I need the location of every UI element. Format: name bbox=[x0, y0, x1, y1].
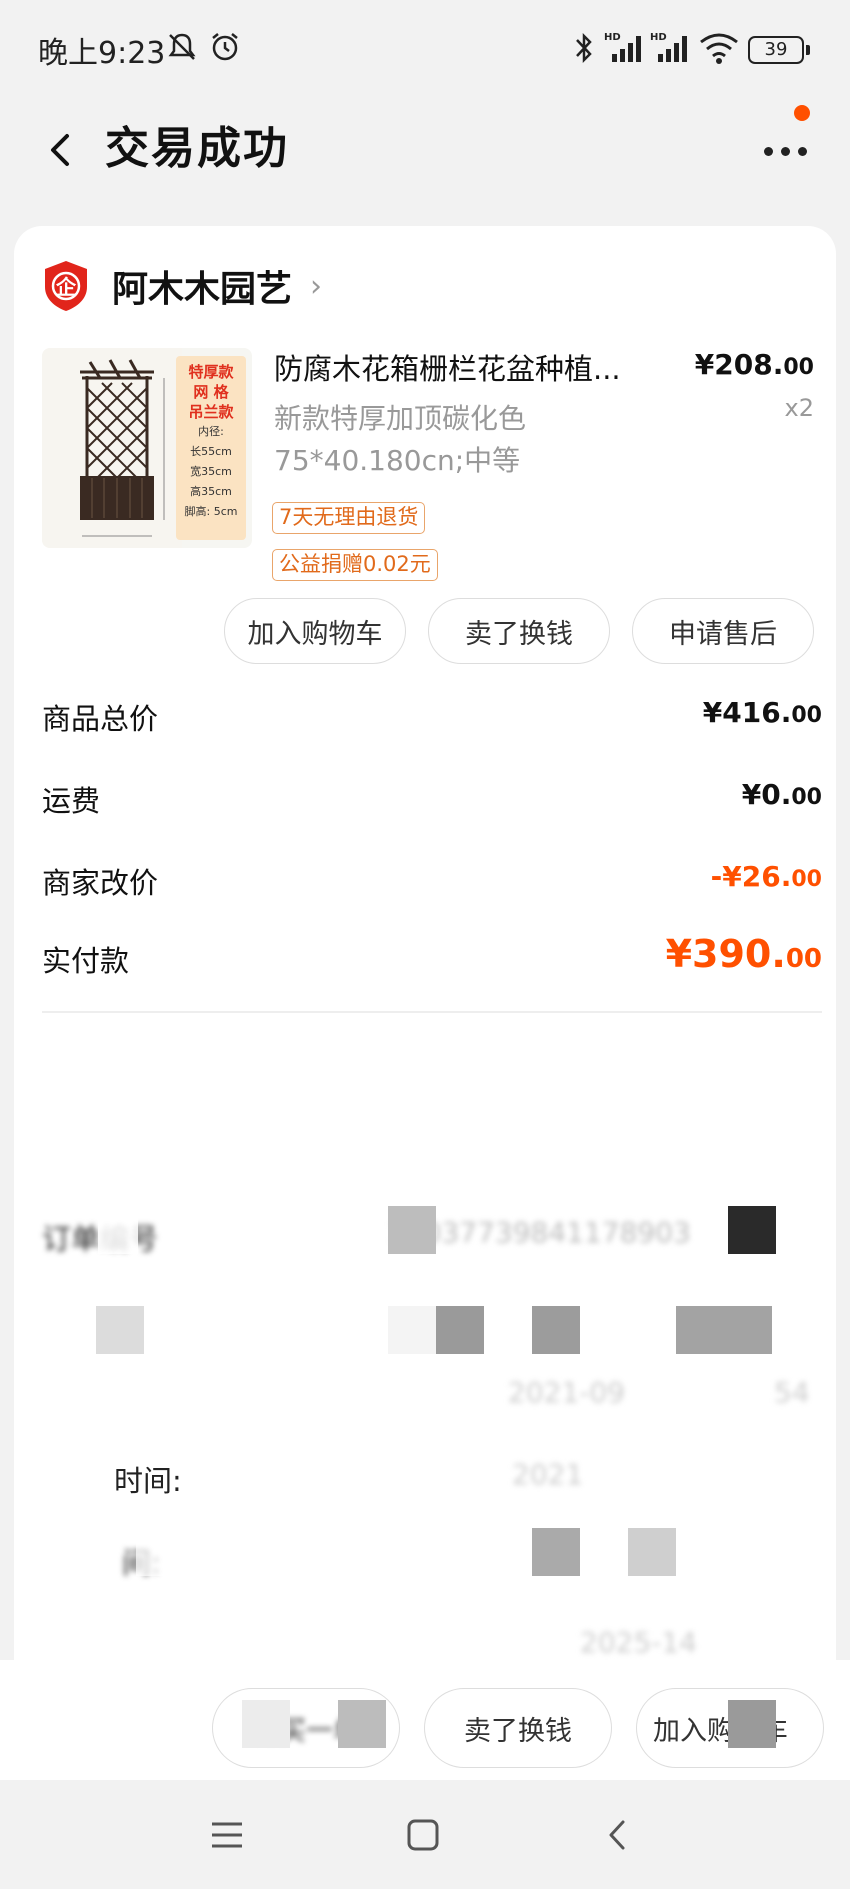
trellis-planter-illustration bbox=[42, 348, 182, 548]
bluetooth-icon bbox=[576, 32, 592, 64]
time-value-4: 2025-14 bbox=[580, 1626, 697, 1659]
product-label-spec: 脚高: 5cm bbox=[184, 505, 238, 518]
wifi-icon bbox=[700, 33, 738, 64]
product-label-spec: 宽35cm bbox=[190, 465, 232, 478]
alarm-icon bbox=[212, 33, 238, 61]
paid-value: ¥390.00 bbox=[665, 932, 822, 976]
product-label-spec: 内径: bbox=[198, 425, 224, 438]
product-sku-line: 新款特厚加顶碳化色 bbox=[274, 402, 527, 435]
product-sku-line: 75*40.180cn;中等 bbox=[274, 444, 521, 477]
resell-bottom-button[interactable]: 卖了换钱 bbox=[424, 1688, 612, 1768]
home-square-icon bbox=[407, 1819, 439, 1851]
add-to-cart-button[interactable]: 加入购物车 bbox=[224, 598, 406, 664]
back-triangle-icon bbox=[609, 1820, 625, 1850]
copy-icon-obscured[interactable] bbox=[728, 1206, 776, 1254]
mosaic-block bbox=[96, 1306, 144, 1354]
menu-icon bbox=[212, 1822, 242, 1848]
signal-icon-sim1: HD bbox=[604, 32, 641, 62]
summary-row-price-adjust: 商家改价 -¥26.00 bbox=[42, 860, 822, 910]
system-nav-bar bbox=[0, 1780, 850, 1889]
shipping-value: ¥0.00 bbox=[741, 778, 822, 811]
signal-icon-sim2: HD bbox=[650, 32, 687, 62]
summary-row-paid: 实付款 ¥390.00 bbox=[42, 932, 822, 988]
product-label-title-1: 特厚款 bbox=[188, 363, 234, 381]
status-bar: 晚上9:23 HD HD 39 bbox=[0, 0, 850, 100]
chevron-left-icon bbox=[51, 134, 69, 166]
shop-header[interactable]: 企 阿木木园艺 › bbox=[42, 256, 322, 316]
product-sku: 新款特厚加顶碳化色 75*40.180cn;中等 bbox=[274, 398, 694, 482]
page-header: 交易成功 bbox=[0, 100, 850, 220]
price-adjust-label: 商家改价 bbox=[42, 866, 159, 900]
mosaic-block bbox=[98, 1206, 138, 1254]
mosaic-block bbox=[338, 1700, 386, 1748]
return-policy-tag: 7天无理由退货 bbox=[272, 502, 426, 534]
more-options-button[interactable] bbox=[760, 105, 810, 175]
time-value-1-end: 54 bbox=[774, 1376, 810, 1409]
subtotal-value: ¥416.00 bbox=[702, 696, 822, 729]
shop-shield-icon: 企 bbox=[45, 261, 87, 311]
status-time: 晚上9:23 bbox=[38, 36, 166, 71]
divider bbox=[42, 1011, 822, 1013]
price-adjust-value: -¥26.00 bbox=[710, 860, 822, 893]
charity-tag: 公益捐赠0.02元 bbox=[272, 549, 438, 581]
mosaic-block bbox=[242, 1700, 290, 1748]
svg-text:HD: HD bbox=[604, 32, 621, 43]
shipping-label: 运费 bbox=[42, 784, 101, 818]
product-label-spec: 长55cm bbox=[190, 445, 232, 458]
mosaic-block bbox=[136, 1528, 176, 1576]
product-image[interactable]: 特厚款 网 格 吊兰款 内径: 长55cm 宽35cm 高35cm 脚高: 5c… bbox=[42, 348, 252, 548]
home-nav-button[interactable] bbox=[398, 1810, 448, 1860]
page-title: 交易成功 bbox=[105, 123, 289, 174]
resell-button[interactable]: 卖了换钱 bbox=[428, 598, 610, 664]
product-title[interactable]: 防腐木花箱栅栏花盆种植... bbox=[274, 346, 694, 388]
back-nav-button[interactable] bbox=[592, 1810, 642, 1860]
time-label-2: 时间: bbox=[114, 1464, 182, 1498]
chevron-right-icon: › bbox=[310, 268, 323, 304]
product-price: ¥208.00 bbox=[694, 348, 814, 381]
order-card: 企 阿木木园艺 › 特厚款 网 格 吊兰款 内径: 长55cm 宽35cm 高3… bbox=[14, 226, 836, 1836]
notification-dot bbox=[794, 105, 810, 121]
time-value-1: 2021-09 bbox=[508, 1376, 625, 1409]
svg-text:HD: HD bbox=[650, 32, 667, 43]
battery-indicator: 39 bbox=[748, 36, 810, 64]
mosaic-block bbox=[436, 1306, 484, 1354]
time-value-2: 2021 bbox=[512, 1458, 584, 1491]
product-quantity: x2 bbox=[784, 394, 814, 422]
mute-icon bbox=[168, 33, 196, 60]
summary-row-subtotal: 商品总价 ¥416.00 bbox=[42, 696, 822, 746]
product-label-box: 特厚款 网 格 吊兰款 内径: 长55cm 宽35cm 高35cm 脚高: 5c… bbox=[176, 356, 246, 540]
product-label-title-2: 网 格 bbox=[193, 383, 229, 401]
mosaic-block bbox=[388, 1206, 436, 1254]
mosaic-block bbox=[388, 1306, 436, 1354]
product-label-spec: 高35cm bbox=[190, 485, 232, 498]
mosaic-block bbox=[628, 1528, 676, 1576]
shop-name: 阿木木园艺 bbox=[112, 269, 293, 310]
menu-nav-button[interactable] bbox=[202, 1810, 252, 1860]
paid-label: 实付款 bbox=[42, 944, 130, 978]
mosaic-block bbox=[728, 1700, 776, 1748]
mosaic-block bbox=[532, 1306, 580, 1354]
bottom-action-bar: 再买一单 卖了换钱 加入购物车 bbox=[0, 1660, 850, 1780]
back-button[interactable] bbox=[30, 120, 90, 180]
product-label-title-3: 吊兰款 bbox=[188, 403, 234, 421]
summary-row-shipping: 运费 ¥0.00 bbox=[42, 778, 822, 828]
more-dots-icon bbox=[764, 147, 807, 156]
mosaic-block bbox=[532, 1528, 580, 1576]
shop-logo-text: 企 bbox=[55, 275, 77, 299]
subtotal-label: 商品总价 bbox=[42, 702, 159, 736]
after-sales-button[interactable]: 申请售后 bbox=[632, 598, 814, 664]
mosaic-block bbox=[676, 1306, 772, 1354]
